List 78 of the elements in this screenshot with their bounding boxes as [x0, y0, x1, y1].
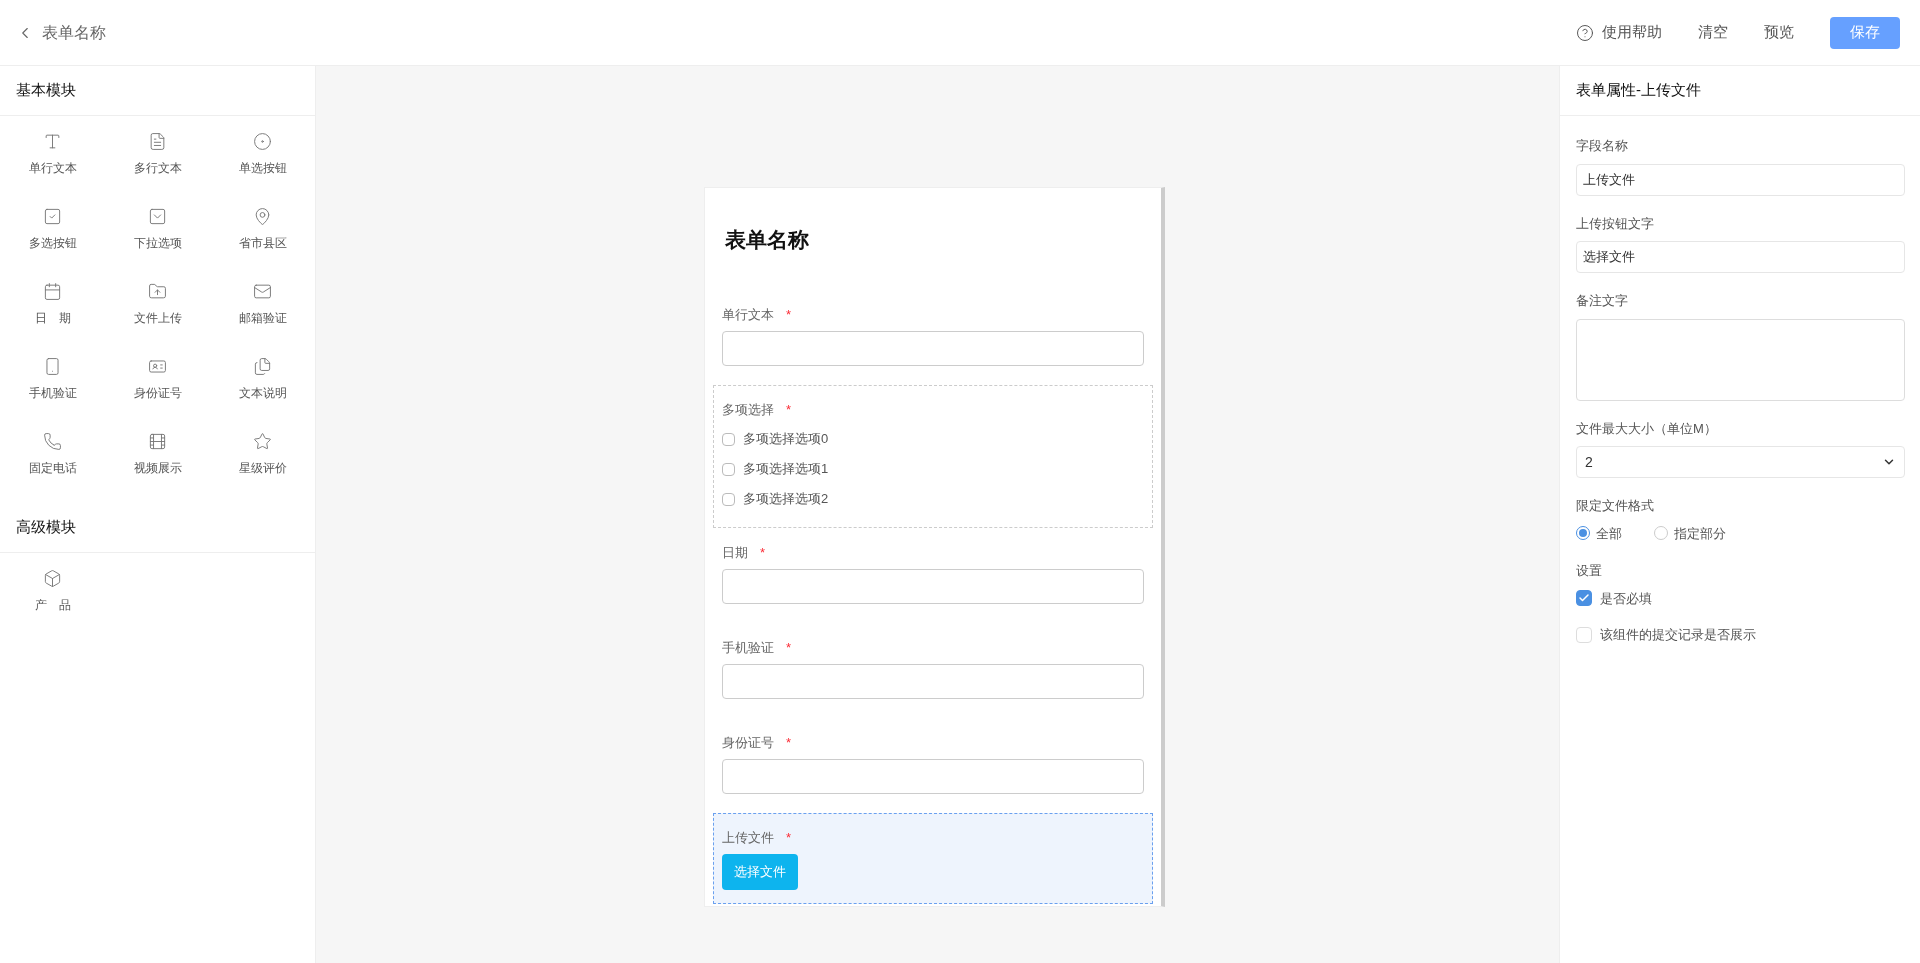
- radio-label: 指定部分: [1674, 524, 1726, 543]
- property-label: 备注文字: [1576, 292, 1629, 310]
- property-label: 字段名称: [1576, 137, 1629, 155]
- required-asterisk: *: [760, 543, 766, 562]
- required-asterisk: *: [786, 828, 792, 847]
- checkbox-icon: [43, 207, 62, 226]
- option-label: 多项选择选项1: [743, 460, 829, 479]
- checkbox[interactable]: [722, 462, 735, 476]
- field-label: 身份证号: [722, 733, 774, 752]
- palette-item[interactable]: 省市县区: [210, 203, 315, 278]
- palette-item[interactable]: 多选按钮: [0, 203, 105, 278]
- checkbox[interactable]: [722, 492, 735, 506]
- checkbox[interactable]: [722, 432, 735, 446]
- palette-item[interactable]: 多行文本: [105, 128, 210, 203]
- option-label: 多项选择选项0: [743, 430, 829, 449]
- palette-item[interactable]: 星级评价: [210, 428, 315, 503]
- back-link[interactable]: 表单名称: [16, 20, 106, 45]
- radio-icon: [253, 132, 272, 151]
- palette-item[interactable]: 视频展示: [105, 428, 210, 503]
- field-label: 多项选择: [722, 400, 774, 419]
- document-icon: [148, 132, 167, 151]
- field-label: 上传文件: [722, 828, 774, 847]
- property-label: 限定文件格式: [1576, 497, 1655, 515]
- checkbox-label: 是否必填: [1600, 589, 1652, 608]
- palette-item[interactable]: 文本说明: [210, 353, 315, 428]
- palette-item[interactable]: 手机验证: [0, 353, 105, 428]
- palette-item[interactable]: 产 品: [0, 565, 105, 640]
- radio-label: 全部: [1596, 524, 1622, 543]
- help-icon: [1576, 23, 1594, 42]
- toolbar-link[interactable]: 预览: [1764, 21, 1794, 44]
- option-label: 多项选择选项2: [743, 490, 829, 509]
- document-icon: [253, 357, 272, 376]
- help-link[interactable]: 使用帮助: [1576, 21, 1662, 44]
- palette-item[interactable]: 单选按钮: [210, 128, 315, 203]
- text-input[interactable]: [722, 663, 1144, 699]
- folder-upload-icon: [148, 282, 167, 301]
- palette-item[interactable]: 身份证号: [105, 353, 210, 428]
- dropdown-icon: [148, 207, 167, 226]
- id-card-icon: [148, 357, 167, 376]
- cube-icon: [43, 569, 62, 588]
- palette-item[interactable]: 文件上传: [105, 278, 210, 353]
- required-asterisk: *: [786, 305, 792, 324]
- palette-item[interactable]: 下拉选项: [105, 203, 210, 278]
- palette-item[interactable]: 单行文本: [0, 128, 105, 203]
- film-icon: [148, 432, 167, 451]
- phone-icon: [43, 357, 62, 376]
- checkbox-label: 该组件的提交记录是否展示: [1600, 626, 1756, 644]
- text-input[interactable]: 选择文件: [1576, 241, 1905, 273]
- text-input[interactable]: [722, 330, 1144, 366]
- location-pin-icon: [253, 207, 272, 226]
- required-asterisk: *: [786, 733, 792, 752]
- section-title: 基本模块: [16, 80, 76, 101]
- property-label: 设置: [1576, 562, 1603, 580]
- telephone-icon: [43, 432, 62, 451]
- section-title: 高级模块: [16, 517, 76, 538]
- text-input[interactable]: 上传文件: [1576, 163, 1905, 196]
- toolbar-link[interactable]: 清空: [1698, 21, 1728, 44]
- textarea-field[interactable]: [1576, 318, 1905, 401]
- property-label: 上传按钮文字: [1576, 214, 1655, 233]
- required-asterisk: *: [786, 400, 792, 419]
- palette-item[interactable]: 邮箱验证: [210, 278, 315, 353]
- required-asterisk: *: [786, 638, 792, 657]
- checkbox[interactable]: [1576, 590, 1592, 607]
- text-input[interactable]: [722, 568, 1144, 604]
- palette-item[interactable]: 日 期: [0, 278, 105, 353]
- text-icon: [43, 132, 62, 151]
- property-label: 文件最大大小（单位M）: [1576, 419, 1718, 438]
- field-label: 单行文本: [722, 305, 774, 324]
- select-field[interactable]: 2: [1576, 446, 1905, 478]
- text-input[interactable]: [722, 758, 1144, 794]
- field-label: 手机验证: [722, 638, 774, 657]
- palette-item[interactable]: 固定电话: [0, 428, 105, 503]
- panel-title: 表单属性-上传文件: [1576, 80, 1701, 101]
- star-icon: [253, 432, 272, 451]
- field-label: 日期: [722, 543, 748, 562]
- calendar-icon: [43, 282, 62, 301]
- envelope-icon: [253, 282, 272, 301]
- form-title: 表单名称: [724, 227, 810, 253]
